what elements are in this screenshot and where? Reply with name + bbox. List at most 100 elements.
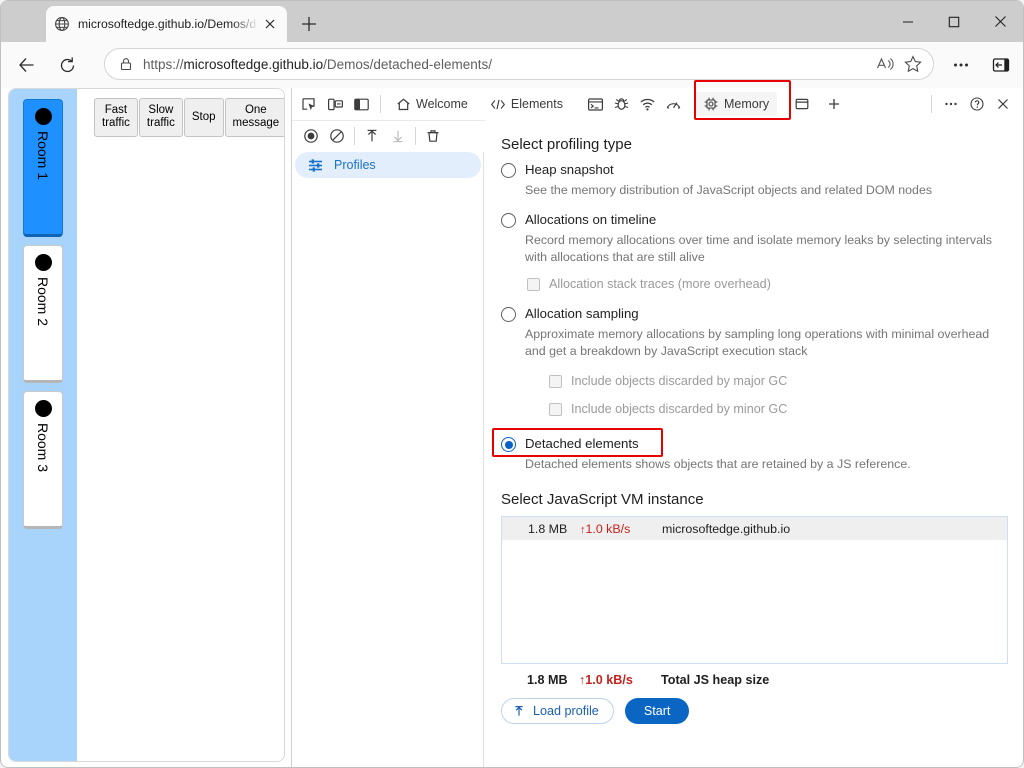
record-circle-icon[interactable] bbox=[298, 123, 324, 149]
browser-tab[interactable]: microsoftedge.github.io/Demos/d bbox=[46, 6, 287, 42]
new-tab-button[interactable] bbox=[297, 12, 321, 36]
vm-host-name: microsoftedge.github.io bbox=[662, 521, 791, 536]
console-icon[interactable] bbox=[583, 91, 609, 117]
checkbox-box[interactable] bbox=[527, 277, 540, 291]
toolbar-divider bbox=[380, 95, 381, 113]
tab-label: Elements bbox=[510, 97, 563, 111]
close-icon[interactable] bbox=[990, 91, 1016, 117]
network-wifi-icon[interactable] bbox=[635, 91, 661, 117]
radio-allocations-on-timeline[interactable] bbox=[501, 213, 516, 228]
traffic-button-row: Fast traffic Slow traffic Stop One messa… bbox=[94, 98, 284, 137]
download-arrow-icon bbox=[385, 123, 411, 149]
help-question-icon[interactable] bbox=[964, 91, 990, 117]
tab-label: Memory bbox=[723, 97, 770, 111]
checkbox-label: Include objects discarded by major GC bbox=[571, 374, 788, 388]
trash-icon[interactable] bbox=[420, 123, 446, 149]
memory-chip-icon bbox=[703, 96, 719, 112]
stop-button[interactable]: Stop bbox=[183, 98, 224, 137]
tab-welcome[interactable]: Welcome bbox=[387, 92, 476, 116]
devtools-panel: Welcome Elements Memory Profiles Select … bbox=[291, 80, 1022, 767]
upload-arrow-icon bbox=[512, 704, 526, 718]
option-label: Detached elements bbox=[525, 436, 639, 451]
room-label: Room 1 bbox=[35, 131, 51, 181]
room-tab-1[interactable]: Room 1 bbox=[23, 99, 63, 237]
option-allocations-on-timeline[interactable]: Allocations on timeline bbox=[501, 211, 1008, 229]
reload-icon[interactable] bbox=[50, 48, 84, 82]
load-profile-button[interactable]: Load profile bbox=[501, 698, 614, 724]
dock-side-icon[interactable] bbox=[348, 91, 374, 117]
url-input[interactable]: https://microsoftedge.github.io/Demos/de… bbox=[104, 48, 934, 80]
vm-instance-title: Select JavaScript VM instance bbox=[501, 491, 704, 508]
split-screen-icon[interactable] bbox=[986, 50, 1016, 80]
option-detached-elements[interactable]: Detached elements bbox=[492, 428, 1008, 457]
performance-gauge-icon[interactable] bbox=[661, 91, 687, 117]
toolbar-divider bbox=[931, 95, 932, 113]
total-heap-size-value: 1.8 MB bbox=[527, 673, 568, 687]
tab-memory[interactable]: Memory bbox=[694, 92, 778, 116]
upload-arrow-icon[interactable] bbox=[359, 123, 385, 149]
sources-bug-icon[interactable] bbox=[609, 91, 635, 117]
total-heap-rate: ↑1.0 kB/s bbox=[579, 673, 633, 687]
checkbox-allocation-stack-traces[interactable]: Allocation stack traces (more overhead) bbox=[527, 277, 1008, 291]
inspect-element-icon[interactable] bbox=[296, 91, 322, 117]
radio-detached-elements[interactable] bbox=[501, 437, 516, 452]
checkbox-minor-gc[interactable]: Include objects discarded by minor GC bbox=[549, 402, 1008, 416]
radio-heap-snapshot[interactable] bbox=[501, 163, 516, 178]
home-icon bbox=[395, 96, 411, 112]
fast-traffic-button[interactable]: Fast traffic bbox=[94, 98, 138, 137]
checkbox-label: Include objects discarded by minor GC bbox=[571, 402, 788, 416]
tab-strip: microsoftedge.github.io/Demos/d bbox=[1, 1, 1023, 42]
read-aloud-icon[interactable] bbox=[873, 52, 897, 76]
devtools-toolbar: Welcome Elements Memory bbox=[292, 80, 1022, 121]
room-tab-3[interactable]: Room 3 bbox=[23, 391, 63, 529]
checkbox-label: Allocation stack traces (more overhead) bbox=[549, 277, 771, 291]
toolbar-divider bbox=[354, 127, 355, 145]
option-label: Heap snapshot bbox=[525, 162, 614, 177]
tab-label: Welcome bbox=[416, 97, 468, 111]
total-heap-size-label: Total JS heap size bbox=[661, 673, 770, 687]
option-allocation-sampling[interactable]: Allocation sampling bbox=[501, 305, 1008, 323]
browser-window: microsoftedge.github.io/Demos/d https://… bbox=[0, 0, 1024, 768]
plus-icon[interactable] bbox=[821, 91, 847, 117]
code-brackets-icon bbox=[490, 96, 506, 112]
maximize-icon[interactable] bbox=[931, 1, 977, 42]
one-message-button[interactable]: One message bbox=[224, 98, 284, 137]
sidebar-item-label: Profiles bbox=[334, 158, 376, 172]
room-dot-icon bbox=[34, 400, 52, 417]
device-emulation-icon[interactable] bbox=[322, 91, 348, 117]
load-profile-label: Load profile bbox=[533, 704, 599, 718]
rooms-rail: Room 1 Room 2 Room 3 bbox=[9, 89, 77, 761]
tab-title: microsoftedge.github.io/Demos/d bbox=[78, 17, 257, 31]
close-icon[interactable] bbox=[261, 15, 279, 33]
url-text: https://microsoftedge.github.io/Demos/de… bbox=[143, 56, 492, 72]
more-panels-icon[interactable] bbox=[789, 91, 815, 117]
sidebar-item-profiles[interactable]: Profiles bbox=[295, 152, 481, 178]
room-tab-2[interactable]: Room 2 bbox=[23, 245, 63, 383]
option-description: Detached elements shows objects that are… bbox=[525, 457, 911, 471]
checkbox-box[interactable] bbox=[549, 374, 562, 388]
globe-icon bbox=[54, 16, 70, 32]
checkbox-major-gc[interactable]: Include objects discarded by major GC bbox=[549, 374, 1008, 388]
title-bar: microsoftedge.github.io/Demos/d bbox=[1, 1, 1023, 42]
vm-instance-row[interactable]: 1.8 MB ↑1.0 kB/s microsoftedge.github.io bbox=[502, 517, 1007, 540]
vm-heap-size: 1.8 MB bbox=[528, 521, 568, 536]
ellipsis-icon[interactable] bbox=[946, 50, 976, 80]
clear-prohibit-icon[interactable] bbox=[324, 123, 350, 149]
close-icon[interactable] bbox=[977, 1, 1023, 42]
vm-heap-rate: ↑1.0 kB/s bbox=[580, 521, 631, 536]
slow-traffic-button[interactable]: Slow traffic bbox=[138, 98, 183, 137]
star-icon[interactable] bbox=[901, 52, 925, 76]
minimize-icon[interactable] bbox=[885, 1, 931, 42]
checkbox-box[interactable] bbox=[549, 402, 562, 416]
window-controls bbox=[885, 1, 1023, 42]
back-arrow-icon[interactable] bbox=[10, 48, 44, 82]
tab-elements[interactable]: Elements bbox=[482, 92, 571, 116]
radio-allocation-sampling[interactable] bbox=[501, 307, 516, 322]
ellipsis-icon[interactable] bbox=[938, 91, 964, 117]
start-button[interactable]: Start bbox=[624, 698, 690, 724]
toolbar-divider bbox=[415, 127, 416, 145]
vm-instance-list[interactable]: 1.8 MB ↑1.0 kB/s microsoftedge.github.io bbox=[501, 516, 1008, 664]
option-heap-snapshot[interactable]: Heap snapshot bbox=[501, 161, 1008, 179]
devtools-toolbar-right bbox=[925, 91, 1022, 117]
option-description: Record memory allocations over time and … bbox=[525, 233, 992, 264]
